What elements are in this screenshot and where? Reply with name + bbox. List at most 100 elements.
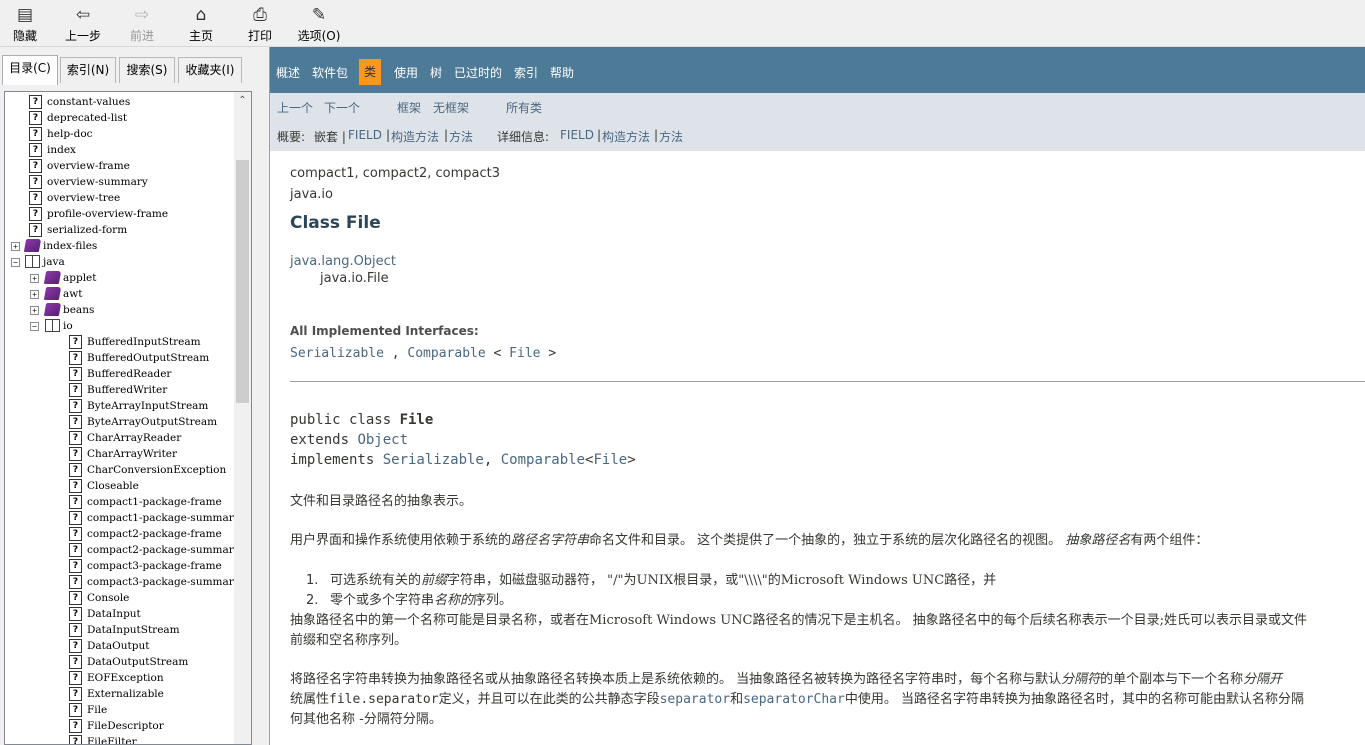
expand-icon[interactable]: + (30, 290, 39, 299)
tree-item[interactable]: ? compact2-package-frame (5, 526, 235, 542)
nav-package[interactable]: 软件包 (312, 64, 348, 81)
file-link[interactable]: File (509, 346, 540, 361)
para2-em-2: 抽象路径名 (1065, 533, 1131, 548)
home-button[interactable]: ⌂ 主页 (185, 3, 217, 45)
help-page-icon: ? (69, 575, 82, 589)
tree-item[interactable]: + index-files (5, 238, 235, 254)
tree-item[interactable]: ? EOFException (5, 670, 235, 686)
tree-item[interactable]: ? CharArrayReader (5, 430, 235, 446)
tree-item[interactable]: ? DataOutput (5, 638, 235, 654)
detail-field-link[interactable]: FIELD (560, 128, 594, 142)
tree-item[interactable]: ? overview-summary (5, 174, 235, 190)
tab-favorites[interactable]: 收藏夹(I) (178, 57, 242, 83)
nav-tree[interactable]: 树 (430, 64, 442, 81)
hide-button[interactable]: ▤ 隐藏 (8, 3, 42, 45)
tree-item[interactable]: ? profile-overview-frame (5, 206, 235, 222)
tree-item[interactable]: ? overview-tree (5, 190, 235, 206)
description-para-4-line-1: 将路径名字符串转换为抽象路径名或从抽象路径名转换本质上是系统依赖的。 当抽象路径… (290, 668, 1282, 687)
detail-method-link[interactable]: 方法 (659, 128, 683, 145)
tree-item[interactable]: + beans (5, 302, 235, 318)
tree-item[interactable]: ? deprecated-list (5, 110, 235, 126)
decl-comparable-link[interactable]: Comparable (501, 452, 585, 468)
separatorchar-field-link[interactable]: separatorChar (743, 692, 845, 707)
tree-item[interactable]: ? index (5, 142, 235, 158)
detail-constructor-link[interactable]: 构造方法 (602, 128, 650, 145)
tree-item[interactable]: ? DataOutputStream (5, 654, 235, 670)
summary-method-link[interactable]: 方法 (449, 128, 473, 145)
tree-item[interactable]: ? compact3-package-summary (5, 574, 240, 590)
back-button[interactable]: ⇦ 上一步 (62, 3, 104, 45)
comparable-link[interactable]: Comparable (407, 346, 485, 361)
tree-item[interactable]: − java (5, 254, 235, 270)
nav-use[interactable]: 使用 (394, 64, 418, 81)
next-class-link[interactable]: 下一个 (324, 99, 360, 116)
decl-serializable-link[interactable]: Serializable (383, 452, 484, 468)
tree-item[interactable]: ? File (5, 702, 235, 718)
serializable-link[interactable]: Serializable (290, 346, 384, 361)
tree-item[interactable]: ? CharConversionException (5, 462, 235, 478)
help-page-icon: ? (29, 159, 42, 173)
tree-item[interactable]: ? compact1-package-summary (5, 510, 240, 526)
scroll-up-icon[interactable]: ⌃ (234, 92, 251, 109)
tree-item[interactable]: ? ByteArrayInputStream (5, 398, 235, 414)
nav-deprecated[interactable]: 已过时的 (454, 64, 502, 81)
tree-item[interactable]: ? compact3-package-frame (5, 558, 235, 574)
tree-item-label: index-files (43, 240, 98, 252)
tree-item[interactable]: ? FileDescriptor (5, 718, 235, 734)
expand-icon[interactable]: + (11, 242, 20, 251)
tab-index[interactable]: 索引(N) (60, 57, 116, 83)
tree-item[interactable]: ? overview-frame (5, 158, 235, 174)
nav-overview[interactable]: 概述 (276, 64, 300, 81)
tree-item[interactable]: + awt (5, 286, 235, 302)
expand-icon[interactable]: + (30, 306, 39, 315)
tree-item[interactable]: ? BufferedWriter (5, 382, 235, 398)
tree-item[interactable]: ? CharArrayWriter (5, 446, 235, 462)
decl-object-link[interactable]: Object (357, 432, 408, 448)
tree-item[interactable]: − io (5, 318, 235, 334)
tree-item[interactable]: ? DataInput (5, 606, 235, 622)
tab-search[interactable]: 搜索(S) (119, 57, 175, 83)
superclass-link[interactable]: java.lang.Object (290, 254, 396, 269)
nav-help[interactable]: 帮助 (550, 64, 574, 81)
tree-item[interactable]: ? BufferedInputStream (5, 334, 235, 350)
tree-item[interactable]: ? BufferedOutputStream (5, 350, 235, 366)
tab-contents[interactable]: 目录(C) (2, 55, 58, 85)
prev-class-link[interactable]: 上一个 (277, 99, 313, 116)
nav-index[interactable]: 索引 (514, 64, 538, 81)
options-button[interactable]: ✎ 选项(O) (295, 3, 343, 45)
tree-item[interactable]: ? help-doc (5, 126, 235, 142)
tree-item[interactable]: ? constant-values (5, 94, 235, 110)
scrollbar-thumb[interactable] (236, 160, 249, 403)
forward-button[interactable]: ⇨ 前进 (125, 3, 159, 45)
help-page-icon: ? (29, 127, 42, 141)
interfaces-comma: , (391, 346, 400, 361)
tree-item[interactable]: ? BufferedReader (5, 366, 235, 382)
summary-constructor-link[interactable]: 构造方法 (391, 128, 439, 145)
tree-scrollbar[interactable]: ⌃ (234, 92, 251, 744)
closed-book-icon (43, 271, 62, 284)
allclasses-link[interactable]: 所有类 (506, 99, 542, 116)
contents-tree[interactable]: ? constant-values? deprecated-list? help-do… (4, 91, 252, 745)
tree-item[interactable]: ? compact1-package-frame (5, 494, 235, 510)
expand-icon[interactable]: + (30, 274, 39, 283)
help-page-icon: ? (29, 143, 42, 157)
tree-item[interactable]: + applet (5, 270, 235, 286)
collapse-icon[interactable]: − (11, 258, 20, 267)
decl-file-link[interactable]: File (593, 452, 627, 468)
tree-item[interactable]: ? Closeable (5, 478, 235, 494)
tab-index-label: 索引(N) (66, 63, 110, 77)
noframes-link[interactable]: 无框架 (433, 99, 469, 116)
tree-item[interactable]: ? serialized-form (5, 222, 235, 238)
print-button[interactable]: ⎙ 打印 (243, 3, 277, 45)
collapse-icon[interactable]: − (30, 322, 39, 331)
frames-link[interactable]: 框架 (397, 99, 421, 116)
tree-item[interactable]: ? Externalizable (5, 686, 235, 702)
summary-field-link[interactable]: FIELD (348, 128, 382, 142)
tree-item[interactable]: ? DataInputStream (5, 622, 235, 638)
tree-item[interactable]: ? ByteArrayOutputStream (5, 414, 235, 430)
tree-item[interactable]: ? FileFilter (5, 734, 235, 744)
tree-item[interactable]: ? compact2-package-summary (5, 542, 240, 558)
open-book-icon (25, 255, 40, 268)
tree-item[interactable]: ? Console (5, 590, 235, 606)
separator-field-link[interactable]: separator (660, 692, 730, 707)
